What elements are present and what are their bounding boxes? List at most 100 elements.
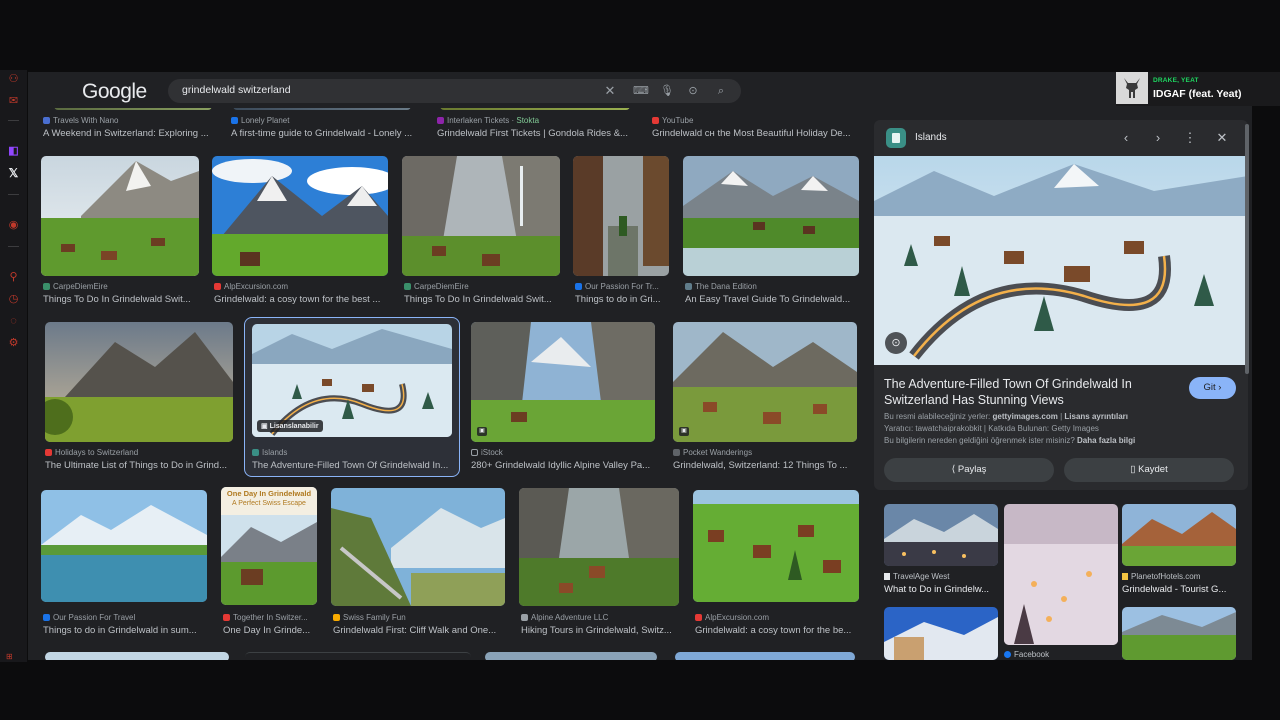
related-image[interactable]	[884, 504, 998, 566]
history-icon[interactable]: ◷	[6, 292, 21, 307]
settings-icon[interactable]: ⚙	[6, 336, 21, 351]
result-source[interactable]: Islands	[252, 448, 447, 457]
related-image[interactable]	[1004, 504, 1118, 645]
result-source[interactable]: iStock	[471, 448, 651, 457]
learn-more-link[interactable]: Daha fazla bilgi	[1077, 436, 1135, 445]
image-thumbnail[interactable]	[331, 488, 505, 606]
google-logo[interactable]: Google	[82, 80, 147, 104]
result-source[interactable]: Pocket Wanderings	[673, 448, 853, 457]
visual-search-icon[interactable]: ⊙	[885, 332, 907, 354]
twitch-icon[interactable]: ◧	[6, 144, 21, 159]
result-title[interactable]: Grindelwald: a cosy town for the be...	[695, 625, 861, 636]
image-thumbnail[interactable]	[519, 488, 679, 606]
result-title[interactable]: Grindelwald, Switzerland: 12 Things To .…	[673, 460, 857, 471]
result-title[interactable]: Things to do in Grindelwald in sum...	[43, 625, 209, 636]
lens-icon[interactable]: ⊙	[685, 83, 701, 99]
related-image[interactable]	[884, 607, 998, 660]
result-source[interactable]: Swiss Family Fun	[333, 613, 503, 622]
goat-icon	[1124, 78, 1140, 98]
visit-button[interactable]: Git ›	[1189, 377, 1236, 399]
pin-icon[interactable]: ⚲	[6, 270, 21, 285]
result-title[interactable]: Things to do in Gri...	[575, 294, 671, 305]
related-source[interactable]: TravelAge West	[884, 572, 998, 581]
image-thumbnail[interactable]	[693, 490, 859, 602]
sidebar-bottom-icon[interactable]: ⊞	[6, 652, 21, 662]
result-title[interactable]: Grindelwald: a cosy town for the best ..…	[214, 294, 386, 305]
image-thumbnail[interactable]	[212, 156, 388, 276]
now-playing-widget[interactable]: DRAKE, YEAT IDGAF (feat. Yeat)	[1116, 72, 1280, 106]
image-thumbnail[interactable]	[41, 156, 199, 276]
image-thumbnail[interactable]	[41, 490, 207, 602]
music-icon[interactable]: ◉	[6, 218, 21, 233]
image-thumbnail[interactable]: ▣ Lisanslanabilir	[252, 324, 452, 437]
result-title[interactable]: 280+ Grindelwald Idyllic Alpine Valley P…	[471, 460, 655, 471]
keyboard-icon[interactable]: ⌨	[633, 83, 649, 99]
clear-icon[interactable]: ✕	[602, 83, 618, 99]
player-artist: DRAKE, YEAT	[1153, 77, 1199, 84]
image-thumbnail[interactable]	[245, 652, 471, 660]
related-title[interactable]: Grindelwald - Tourist G...	[1122, 584, 1236, 595]
preview-source[interactable]: Islands	[915, 132, 947, 143]
result-source[interactable]: The Dana Edition	[685, 282, 855, 291]
related-image[interactable]	[1122, 504, 1236, 566]
mail-icon[interactable]: ✉	[6, 94, 21, 109]
result-source[interactable]: Holidays to Switzerland	[45, 448, 230, 457]
result-source[interactable]: Interlaken Tickets · Stokta	[437, 116, 637, 125]
related-source[interactable]: PlanetofHotels.com	[1122, 572, 1236, 581]
result-title[interactable]: Grindelwald First: Cliff Walk and One...	[333, 625, 507, 636]
image-thumbnail[interactable]: One Day In Grindelwald A Perfect Swiss E…	[221, 487, 317, 605]
panel-scrollbar[interactable]	[1245, 124, 1249, 374]
result-title[interactable]: Grindelwald First Tickets | Gondola Ride…	[437, 128, 637, 139]
result-title[interactable]: Things To Do In Grindelwald Swit...	[43, 294, 201, 305]
image-thumbnail[interactable]	[45, 652, 229, 660]
microphone-icon[interactable]: 🎙	[659, 83, 675, 99]
preview-title[interactable]: The Adventure-Filled Town Of Grindelwald…	[884, 376, 1174, 408]
screen: ⚇ ✉ ◧ 𝕏 ◉ ⚲ ◷ ◌ ⚙ ⊞ DRAKE, YEAT IDGAF (f…	[0, 0, 1280, 720]
result-source[interactable]: Lonely Planet	[231, 116, 411, 125]
result-title[interactable]: Grindelwald сн the Most Beautiful Holida…	[652, 128, 857, 139]
close-icon[interactable]: ✕	[1212, 128, 1232, 148]
next-icon[interactable]: ›	[1148, 128, 1168, 148]
result-source[interactable]: Travels With Nano	[43, 116, 223, 125]
result-title[interactable]: A Weekend in Switzerland: Exploring ...	[43, 128, 223, 139]
image-thumbnail[interactable]	[675, 652, 855, 660]
previous-icon[interactable]: ‹	[1116, 128, 1136, 148]
image-thumbnail[interactable]: ▣	[673, 322, 857, 442]
result-source[interactable]: CarpeDiemEire	[43, 282, 193, 291]
image-thumbnail[interactable]	[402, 156, 560, 276]
image-thumbnail[interactable]	[45, 322, 233, 442]
search-icon[interactable]: ⌕	[713, 83, 729, 99]
result-source[interactable]: AlpExcursion.com	[214, 282, 384, 291]
search-bar[interactable]: grindelwald switzerland ✕ ⌨ 🎙 ⊙ ⌕	[168, 79, 741, 103]
more-options-icon[interactable]: ⋮	[1180, 128, 1200, 148]
result-title[interactable]: An Easy Travel Guide To Grindelwald...	[685, 294, 857, 305]
related-source[interactable]: Facebook	[1004, 650, 1118, 659]
search-input[interactable]: grindelwald switzerland	[182, 84, 291, 96]
result-source[interactable]: Our Passion For Travel	[43, 613, 208, 622]
result-source[interactable]: Together In Switzer...	[223, 613, 318, 622]
result-source[interactable]: YouTube	[652, 116, 852, 125]
result-title[interactable]: A first-time guide to Grindelwald - Lone…	[231, 128, 426, 139]
result-source[interactable]: Our Passion For Tr...	[575, 282, 670, 291]
player-title: IDGAF (feat. Yeat)	[1153, 88, 1242, 100]
chat-icon[interactable]: ◌	[6, 314, 21, 329]
result-title[interactable]: Things To Do In Grindelwald Swit...	[404, 294, 560, 305]
preview-image[interactable]: ⊙	[874, 156, 1248, 365]
image-thumbnail[interactable]	[573, 156, 669, 276]
save-button[interactable]: ▯ Kaydet	[1064, 458, 1234, 482]
result-title[interactable]: One Day In Grinde...	[223, 625, 319, 636]
result-title[interactable]: Hiking Tours in Grindelwald, Switz...	[521, 625, 681, 636]
image-thumbnail[interactable]: ▣	[471, 322, 655, 442]
result-source[interactable]: AlpExcursion.com	[695, 613, 860, 622]
result-title[interactable]: The Adventure-Filled Town Of Grindelwald…	[252, 460, 450, 471]
result-source[interactable]: Alpine Adventure LLC	[521, 613, 681, 622]
related-title[interactable]: What to Do in Grindelw...	[884, 584, 998, 595]
result-title[interactable]: The Ultimate List of Things to Do in Gri…	[45, 460, 232, 471]
image-thumbnail[interactable]	[485, 652, 657, 660]
x-icon[interactable]: 𝕏	[6, 166, 21, 181]
related-image[interactable]	[1122, 607, 1236, 660]
share-button[interactable]: ⟨ Paylaş	[884, 458, 1054, 482]
result-source[interactable]: CarpeDiemEire	[404, 282, 554, 291]
image-thumbnail[interactable]	[683, 156, 859, 276]
profile-icon[interactable]: ⚇	[6, 72, 21, 87]
